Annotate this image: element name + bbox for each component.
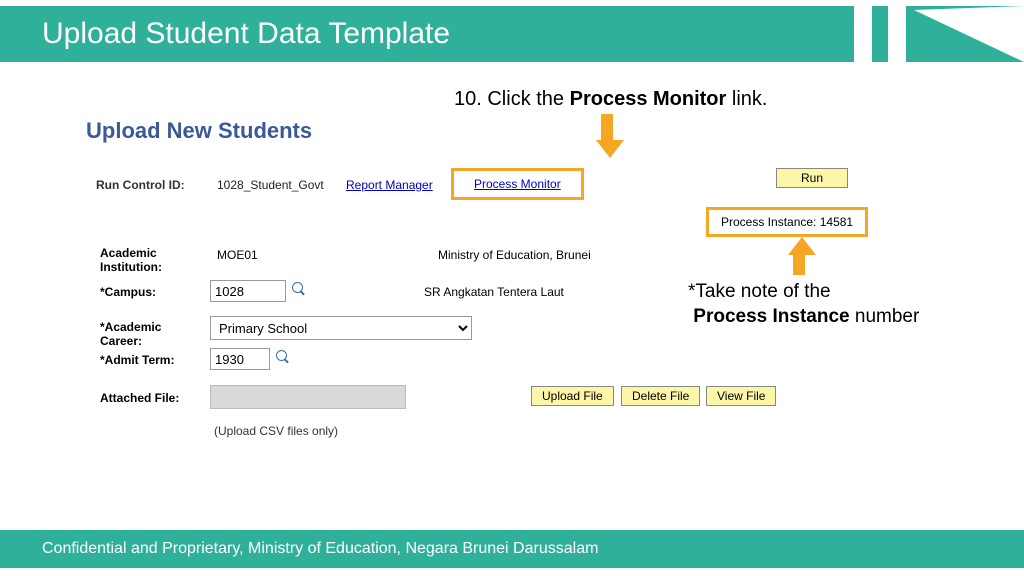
campus-input[interactable]: [210, 280, 286, 302]
academic-institution-desc: Ministry of Education, Brunei: [438, 248, 591, 262]
csv-note: (Upload CSV files only): [214, 424, 338, 438]
header-accent: [888, 6, 906, 62]
campus-label: *Campus:: [100, 285, 156, 299]
admit-term-label: *Admit Term:: [100, 353, 174, 367]
instruction-suffix: link.: [726, 88, 767, 110]
slide-title: Upload Student Data Template: [0, 17, 450, 51]
magnifier-icon: [292, 282, 306, 296]
arrow-up-icon: [788, 237, 810, 279]
academic-career-select[interactable]: Primary School: [210, 316, 472, 340]
process-instance-label: Process Instance:: [721, 215, 816, 229]
note-bold: Process Instance: [693, 306, 849, 327]
arrow-down-icon: [596, 114, 618, 158]
process-instance-value: 14581: [820, 215, 853, 229]
instruction-bold: Process Monitor: [570, 88, 727, 110]
note-text: *Take note of the Process Instance numbe…: [688, 280, 919, 329]
process-instance-highlight: Process Instance: 14581: [706, 207, 868, 237]
lookup-icon[interactable]: [276, 350, 290, 369]
header-accent: [854, 6, 872, 62]
academic-institution-value: MOE01: [217, 248, 258, 262]
instruction-prefix: 10. Click the: [454, 88, 570, 110]
process-monitor-link-highlight[interactable]: Process Monitor: [451, 168, 584, 200]
page-heading: Upload New Students: [86, 118, 312, 144]
report-manager-link[interactable]: Report Manager: [346, 178, 433, 192]
run-control-value: 1028_Student_Govt: [217, 178, 324, 192]
campus-desc: SR Angkatan Tentera Laut: [424, 285, 564, 299]
instruction-text: 10. Click the Process Monitor link.: [454, 88, 767, 111]
footer-text: Confidential and Proprietary, Ministry o…: [0, 540, 598, 558]
run-button[interactable]: Run: [776, 168, 848, 188]
note-suffix: number: [850, 306, 920, 327]
header-bar: Upload Student Data Template: [0, 6, 1024, 62]
header-accent: [914, 6, 1024, 62]
academic-institution-label: Academic Institution:: [100, 246, 180, 274]
upload-file-button[interactable]: Upload File: [531, 386, 614, 406]
note-line1: *Take note of the: [688, 281, 831, 302]
magnifier-icon: [276, 350, 290, 364]
admit-term-input[interactable]: [210, 348, 270, 370]
lookup-icon[interactable]: [292, 282, 306, 301]
footer-bar: Confidential and Proprietary, Ministry o…: [0, 530, 1024, 568]
process-monitor-link[interactable]: Process Monitor: [474, 177, 561, 191]
attached-file-label: Attached File:: [100, 391, 179, 405]
view-file-button[interactable]: View File: [706, 386, 776, 406]
academic-career-label: *Academic Career:: [100, 320, 190, 348]
delete-file-button[interactable]: Delete File: [621, 386, 700, 406]
attached-file-box: [210, 385, 406, 409]
run-control-label: Run Control ID:: [96, 178, 185, 192]
